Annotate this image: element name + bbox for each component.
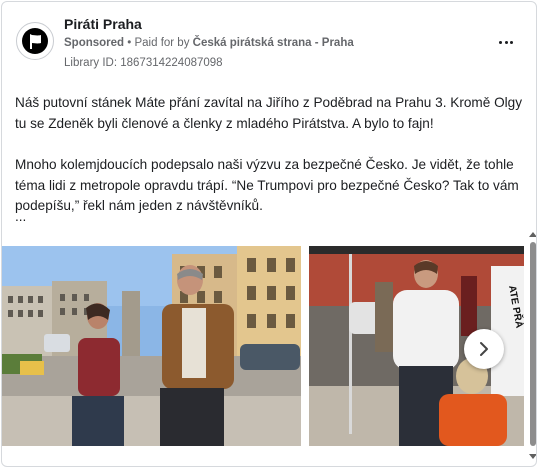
image-carousel: ATE PŘÁ	[2, 246, 524, 446]
carousel-next-button[interactable]	[464, 329, 504, 369]
page-name[interactable]: Piráti Praha	[64, 16, 142, 32]
more-options-icon	[499, 40, 503, 44]
pirate-flag-icon	[22, 28, 48, 54]
post-paragraph-1: Náš putovní stánek Máte přání zavítal na…	[15, 95, 523, 131]
scroll-down-icon[interactable]	[529, 454, 536, 459]
paid-for-org: Česká pirátská strana - Praha	[192, 37, 354, 49]
scroll-up-icon[interactable]	[529, 232, 536, 237]
see-more-ellipsis[interactable]: ...	[15, 209, 26, 224]
ad-meta: Sponsored • Paid for by Česká pirátská s…	[64, 37, 354, 49]
page-avatar[interactable]	[16, 22, 54, 60]
scrollbar[interactable]	[528, 230, 536, 461]
street-photo	[2, 246, 301, 446]
meta-separator: •	[124, 37, 135, 49]
paid-for-prefix: Paid for by	[134, 37, 193, 49]
scrollbar-thumb[interactable]	[530, 242, 536, 446]
library-id: Library ID: 1867314224087098	[64, 57, 223, 69]
more-options-button[interactable]	[494, 32, 518, 52]
ad-card: Piráti Praha Sponsored • Paid for by Čes…	[1, 1, 537, 467]
chevron-right-icon	[480, 342, 488, 356]
post-paragraph-2: Mnoho kolemjdoucích podepsalo naši výzvu…	[15, 157, 519, 213]
carousel-image-1[interactable]	[2, 246, 301, 446]
sponsored-label: Sponsored	[64, 37, 125, 49]
post-body: Náš putovní stánek Máte přání zavítal na…	[15, 93, 523, 238]
